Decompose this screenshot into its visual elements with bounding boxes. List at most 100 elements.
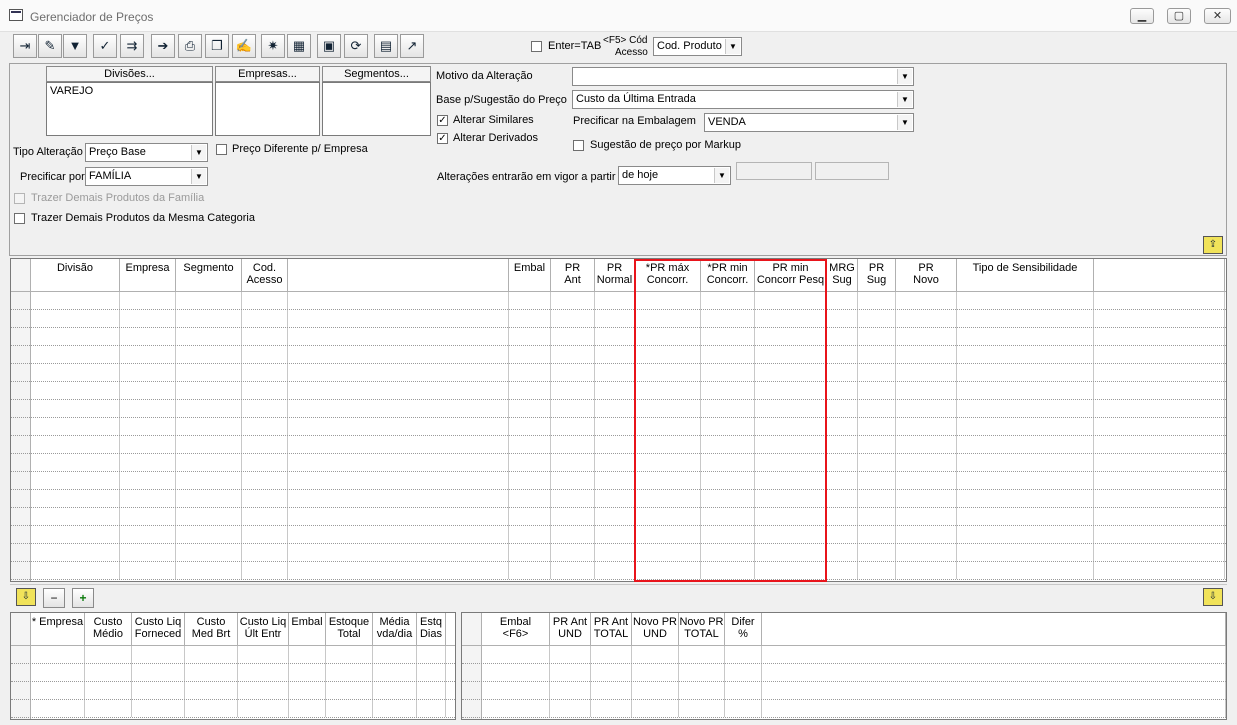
column-header[interactable]: Estq Dias	[417, 613, 446, 645]
table-row[interactable]	[462, 717, 1226, 718]
trazer-familia-checkbox[interactable]	[14, 193, 25, 204]
maximize-button[interactable]: ▢	[1167, 8, 1191, 24]
alterar-similares-checkbox[interactable]: ✓	[437, 115, 448, 126]
column-header[interactable]	[288, 259, 509, 291]
arrow-grid-icon[interactable]: ⇉	[120, 34, 144, 58]
sugestao-markup-checkbox[interactable]	[573, 140, 584, 151]
refresh-icon[interactable]: ⟳	[344, 34, 368, 58]
copy-print-icon[interactable]: ❐	[205, 34, 229, 58]
table-row[interactable]	[11, 579, 1226, 580]
table-icon[interactable]: ▦	[287, 34, 311, 58]
table-row[interactable]	[11, 417, 1226, 418]
filter-check-icon[interactable]: ✓	[93, 34, 117, 58]
column-header[interactable]: PR Ant UND	[550, 613, 591, 645]
header-divider	[11, 645, 455, 646]
table-row[interactable]	[11, 327, 1226, 328]
segmentos-button[interactable]: Segmentos...	[322, 66, 431, 82]
vigor-select[interactable]: de hoje ▼	[618, 166, 731, 185]
calculator-icon[interactable]: ▤	[374, 34, 398, 58]
column-header[interactable]: PR Novo	[896, 259, 957, 291]
column-header[interactable]: MRG Sug	[827, 259, 858, 291]
table-row[interactable]	[11, 363, 1226, 364]
column-header[interactable]: Embal	[289, 613, 326, 645]
table-row[interactable]	[11, 525, 1226, 526]
column-header[interactable]: PR Sug	[858, 259, 896, 291]
chart-icon[interactable]: ↗	[400, 34, 424, 58]
column-header[interactable]: Custo Med Brt	[185, 613, 238, 645]
filter-icon[interactable]: ▼	[63, 34, 87, 58]
close-button[interactable]: ✕	[1204, 8, 1231, 24]
apply-yellow-icon[interactable]: ⇪	[1203, 236, 1223, 254]
column-header[interactable]: Estoque Total	[326, 613, 373, 645]
column-header[interactable]: Custo Liq Últ Entr	[238, 613, 289, 645]
column-header[interactable]: * Empresa	[31, 613, 85, 645]
column-header[interactable]: Tipo de Sensibilidade	[957, 259, 1094, 291]
table-row[interactable]	[11, 435, 1226, 436]
column-header[interactable]: PR Ant	[551, 259, 595, 291]
embalagem-select[interactable]: VENDA ▼	[704, 113, 914, 132]
column-header[interactable]: Média vda/dia	[373, 613, 417, 645]
table-row[interactable]	[11, 399, 1226, 400]
expand-yellow-icon[interactable]: ⇩	[16, 588, 36, 606]
column-header[interactable]: Cod. Acesso	[242, 259, 288, 291]
table-row[interactable]	[11, 699, 455, 700]
code-type-select[interactable]: Cod. Produto ▼	[653, 37, 742, 56]
table-row[interactable]	[11, 663, 455, 664]
export-arrow-icon[interactable]: ➔	[151, 34, 175, 58]
column-header[interactable]	[762, 613, 1226, 645]
table-row[interactable]	[11, 381, 1226, 382]
trazer-categoria-checkbox[interactable]	[14, 213, 25, 224]
enter-tab-checkbox[interactable]	[531, 41, 542, 52]
table-row[interactable]	[462, 699, 1226, 700]
segmentos-list[interactable]	[322, 82, 431, 136]
table-row[interactable]	[11, 561, 1226, 562]
table-row[interactable]	[462, 681, 1226, 682]
sparkle-grid-icon[interactable]: ✷	[261, 34, 285, 58]
remove-button[interactable]: −	[43, 588, 65, 608]
table-row[interactable]	[11, 453, 1226, 454]
column-header[interactable]: Divisão	[31, 259, 120, 291]
column-header[interactable]	[1094, 259, 1225, 291]
table-row[interactable]	[11, 471, 1226, 472]
table-row[interactable]	[11, 309, 1226, 310]
tipo-alteracao-select[interactable]: Preço Base ▼	[85, 143, 208, 162]
date-from-field[interactable]	[736, 162, 812, 180]
alterar-derivados-checkbox[interactable]: ✓	[437, 133, 448, 144]
table-row[interactable]	[11, 681, 455, 682]
edit-check-icon[interactable]: ✍	[232, 34, 256, 58]
column-header[interactable]: Difer %	[725, 613, 762, 645]
table-row[interactable]	[11, 345, 1226, 346]
date-to-field[interactable]	[815, 162, 889, 180]
motivo-select[interactable]: ▼	[572, 67, 914, 86]
eraser-icon[interactable]: ✎	[38, 34, 62, 58]
exit-door-icon[interactable]: ⇥	[13, 34, 37, 58]
precificar-por-select[interactable]: FAMÍLIA ▼	[85, 167, 208, 186]
table-row[interactable]	[11, 507, 1226, 508]
column-header[interactable]: PR Ant TOTAL	[591, 613, 632, 645]
list-item[interactable]: VAREJO	[50, 85, 209, 97]
expand-right-yellow-icon[interactable]: ⇩	[1203, 588, 1223, 606]
empresas-button[interactable]: Empresas...	[215, 66, 320, 82]
table-row[interactable]	[11, 717, 455, 718]
column-header[interactable]: Embal <F6>	[482, 613, 550, 645]
column-header[interactable]: Embal	[509, 259, 551, 291]
preco-diferente-checkbox[interactable]	[216, 144, 227, 155]
divisoes-list[interactable]: VAREJO	[46, 82, 213, 136]
column-header[interactable]: PR Normal	[595, 259, 635, 291]
add-button[interactable]: +	[72, 588, 94, 608]
column-header[interactable]: Novo PR UND	[632, 613, 679, 645]
column-header[interactable]: Segmento	[176, 259, 242, 291]
empresas-list[interactable]	[215, 82, 320, 136]
column-header[interactable]: Empresa	[120, 259, 176, 291]
column-header[interactable]: Novo PR TOTAL	[679, 613, 725, 645]
save-disk-icon[interactable]: ▣	[317, 34, 341, 58]
column-header[interactable]: Custo Médio	[85, 613, 132, 645]
base-select[interactable]: Custo da Última Entrada ▼	[572, 90, 914, 109]
minimize-button[interactable]: ▁	[1130, 8, 1154, 24]
column-header[interactable]: Custo Liq Forneced	[132, 613, 185, 645]
table-row[interactable]	[462, 663, 1226, 664]
printer-icon[interactable]: ⎙	[178, 34, 202, 58]
table-row[interactable]	[11, 489, 1226, 490]
divisoes-button[interactable]: Divisões...	[46, 66, 213, 82]
table-row[interactable]	[11, 543, 1226, 544]
